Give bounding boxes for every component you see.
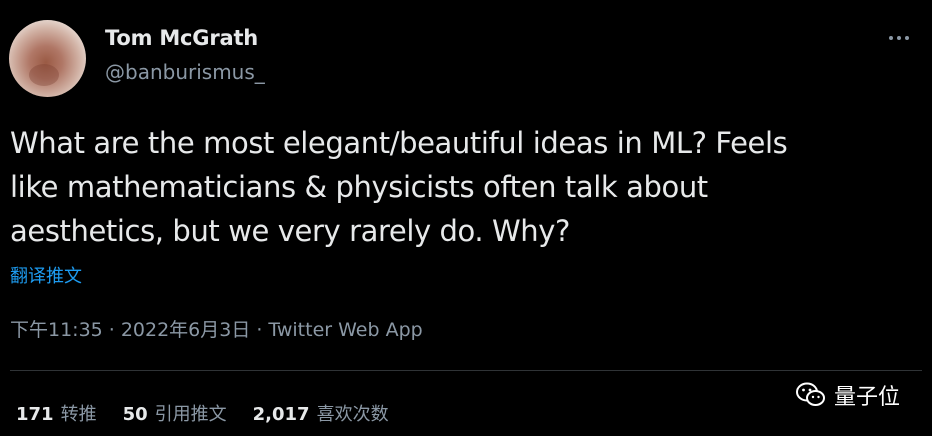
quotes-stat[interactable]: 50 引用推文: [123, 400, 227, 426]
tweet-stats: 171 转推 50 引用推文 2,017 喜欢次数: [16, 400, 389, 426]
tweet-text: What are the most elegant/beautiful idea…: [10, 121, 926, 253]
avatar-shade: [29, 64, 59, 86]
divider: [10, 370, 922, 371]
tweet-date[interactable]: 2022年6月3日: [121, 319, 251, 341]
more-options-icon[interactable]: [882, 26, 916, 50]
likes-label: 喜欢次数: [316, 404, 389, 425]
tweet-time[interactable]: 下午11:35: [10, 319, 103, 341]
retweets-stat[interactable]: 171 转推: [16, 400, 97, 426]
tweet-meta: 下午11:35 · 2022年6月3日 · Twitter Web App: [10, 315, 423, 342]
author-handle[interactable]: @banburismus_: [105, 60, 265, 84]
author-name[interactable]: Tom McGrath: [105, 26, 258, 50]
wechat-icon: [796, 382, 825, 406]
likes-count: 2,017: [252, 404, 310, 425]
translate-tweet-link[interactable]: 翻译推文: [10, 262, 82, 288]
meta-separator: ·: [108, 319, 115, 341]
watermark-text: 量子位: [834, 385, 901, 410]
tweet-source[interactable]: Twitter Web App: [268, 319, 422, 341]
more-dot: [897, 36, 901, 40]
tweet-text-line: aesthetics, but we very rarely do. Why?: [10, 214, 571, 248]
quotes-label: 引用推文: [154, 404, 227, 425]
author-avatar[interactable]: [9, 20, 86, 97]
retweets-label: 转推: [60, 404, 97, 425]
quotes-count: 50: [122, 404, 148, 425]
retweets-count: 171: [16, 404, 54, 425]
likes-stat[interactable]: 2,017 喜欢次数: [253, 400, 389, 426]
tweet-text-line: like mathematicians & physicists often t…: [10, 170, 708, 204]
watermark: 量子位: [796, 379, 900, 411]
more-dot: [905, 36, 909, 40]
tweet-card: Tom McGrath @banburismus_ What are the m…: [0, 0, 932, 436]
meta-separator: ·: [256, 319, 263, 341]
more-dot: [889, 36, 893, 40]
tweet-text-line: What are the most elegant/beautiful idea…: [10, 126, 788, 160]
